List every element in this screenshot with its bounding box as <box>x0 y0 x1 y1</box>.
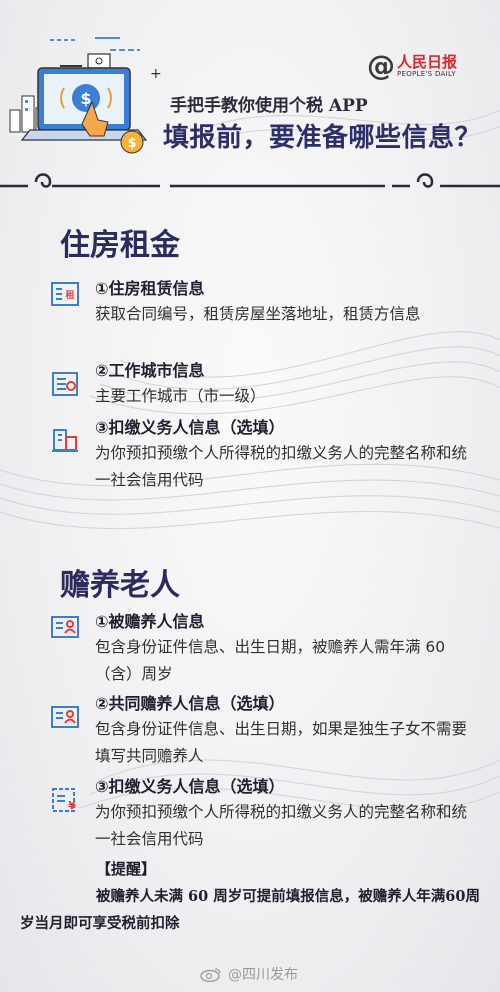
svg-text:+: + <box>150 66 162 82</box>
item-name: ②共同赡养人信息（选填） <box>95 694 285 713</box>
svg-text:$: $ <box>80 89 91 108</box>
list-item-withholding-agent-2: ¥ ③扣缴义务人信息（选填） 为你预扣预缴个人所得税的扣缴义务人的完整名称和统一… <box>50 773 490 853</box>
list-item-supported-person: ①被赡养人信息 包含身份证件信息、出生日期，被赡养人需年满 60（含）周岁 <box>50 608 490 683</box>
logo-name-cn: 人民日报 <box>397 52 458 71</box>
id-card-icon <box>51 706 79 728</box>
tax-receipt-icon: ¥ <box>52 788 76 812</box>
weibo-icon <box>200 968 221 982</box>
svg-text:$: $ <box>127 136 136 151</box>
item-description: 为你预扣预缴个人所得税的扣缴义务人的完整名称和统一社会信用代码 <box>95 803 468 848</box>
item-description: 为你预扣预缴个人所得税的扣缴义务人的完整名称和统一社会信用代码 <box>95 444 468 489</box>
building-icon <box>52 429 78 452</box>
section-title-housing-rent: 住房租金 <box>60 228 180 263</box>
reminder-text: 被赡养人未满 60 周岁可提前填报信息，被赡养人年满60周岁当月即可享受税前扣除 <box>20 888 480 932</box>
logo-name-en: PEOPLE'S DAILY <box>397 69 456 78</box>
item-name: ③扣缴义务人信息（选填） <box>95 418 285 437</box>
decorative-divider <box>0 173 500 188</box>
item-name: ②工作城市信息 <box>95 361 205 380</box>
city-document-icon <box>52 372 78 396</box>
item-description: 获取合同编号，租赁房屋坐落地址，租赁方信息 <box>95 305 421 323</box>
item-description: 包含身份证件信息、出生日期，被赡养人需年满 60（含）周岁 <box>95 638 446 683</box>
watermark-text: @四川发布 <box>228 967 298 983</box>
svg-text:¥: ¥ <box>68 799 76 812</box>
weibo-watermark: @四川发布 <box>200 964 298 984</box>
item-name: ①被赡养人信息 <box>95 612 205 631</box>
subtitle: 手把手教你使用个税 APP <box>170 96 368 116</box>
list-item-co-supporter: ②共同赡养人信息（选填） 包含身份证件信息、出生日期，如果是独生子女不需要填写共… <box>50 690 490 765</box>
page-title: 填报前，要准备哪些信息？ <box>163 123 482 153</box>
list-item-withholding-agent: ③扣缴义务人信息（选填） 为你预扣预缴个人所得税的扣缴义务人的完整名称和统一社会… <box>50 414 490 494</box>
list-item-rent-info: 租 ①住房租赁信息 获取合同编号，租赁房屋坐落地址，租赁方信息 <box>50 275 490 345</box>
list-item-work-city: ②工作城市信息 主要工作城市（市一级） <box>50 357 490 407</box>
reminder-title: 【提醒】 <box>96 860 157 878</box>
at-icon: @ <box>367 49 395 82</box>
item-name: ③扣缴义务人信息（选填） <box>95 777 285 796</box>
item-description: 主要工作城市（市一级） <box>95 387 266 405</box>
svg-text:租: 租 <box>65 289 74 301</box>
section-title-elderly-support: 赡养老人 <box>60 568 180 603</box>
id-card-icon <box>51 616 79 638</box>
item-name: ①住房租赁信息 <box>95 279 205 298</box>
item-description: 包含身份证件信息、出生日期，如果是独生子女不需要填写共同赡养人 <box>95 720 468 765</box>
peoples-daily-logo: @ 人民日报 PEOPLE'S DAILY <box>367 52 457 80</box>
laptop-payment-illustration: $ $ + <box>9 37 162 154</box>
